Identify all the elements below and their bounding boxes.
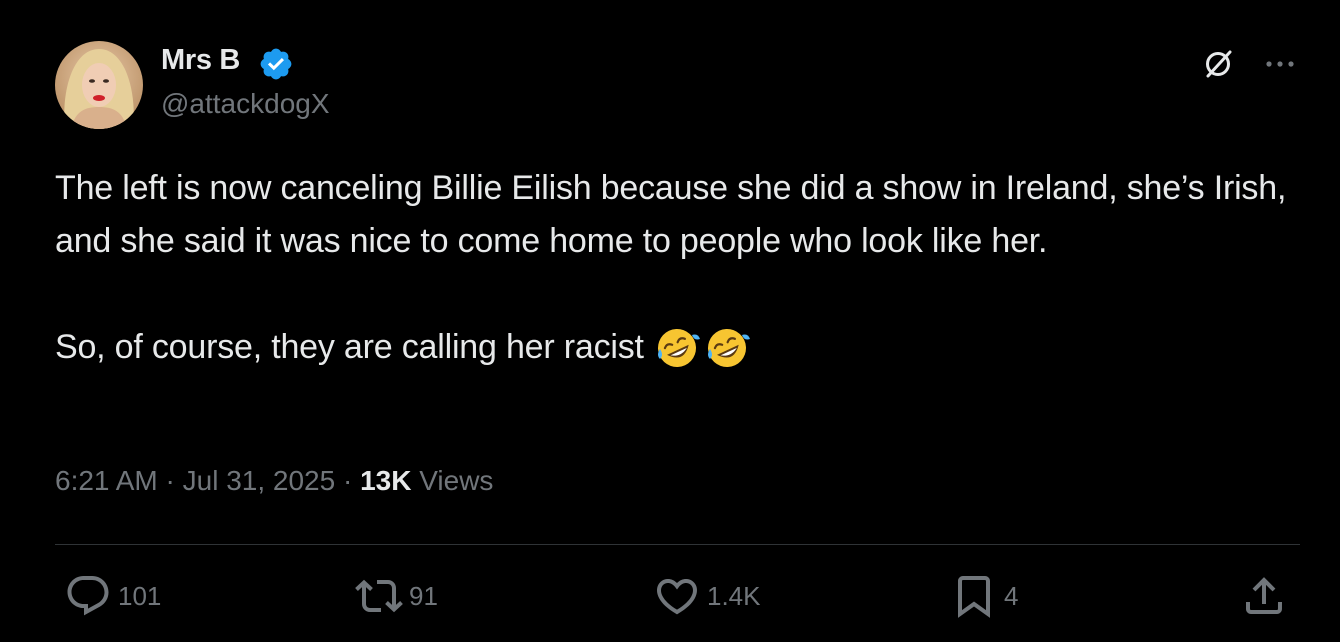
tweet-date[interactable]: Jul 31, 2025 <box>183 465 336 496</box>
bookmark-icon <box>958 576 990 618</box>
views-count[interactable]: 13K <box>360 465 411 496</box>
display-name[interactable]: Mrs B <box>161 44 240 77</box>
verified-badge-icon[interactable] <box>258 46 294 82</box>
reply-icon <box>67 576 109 616</box>
reply-button[interactable]: 101 <box>64 572 161 620</box>
handle[interactable]: @attackdogX <box>161 88 330 120</box>
like-count: 1.4K <box>707 580 761 611</box>
more-icon[interactable] <box>1260 48 1300 80</box>
tweet-text: The left is now canceling Billie Eilish … <box>55 162 1295 374</box>
tweet-meta: 6:21 AM · Jul 31, 2025 · 13K Views <box>55 465 493 497</box>
views-label[interactable]: Views <box>411 465 493 496</box>
bookmark-button[interactable]: 4 <box>950 572 1018 620</box>
tweet-time[interactable]: 6:21 AM <box>55 465 158 496</box>
avatar-image <box>55 41 143 129</box>
like-icon <box>656 579 698 615</box>
rolling-on-floor-laughing-emoji <box>707 328 750 367</box>
meta-separator: · <box>335 465 361 496</box>
tweet-paragraph-1: The left is now canceling Billie Eilish … <box>55 169 1296 260</box>
grok-icon[interactable] <box>1200 46 1236 82</box>
bookmark-count: 4 <box>1004 580 1019 611</box>
like-button[interactable]: 1.4K <box>653 572 761 620</box>
avatar[interactable] <box>55 41 143 129</box>
meta-separator: · <box>157 465 183 496</box>
retweet-count: 91 <box>409 580 438 611</box>
tweet-paragraph-2: So, of course, they are calling her raci… <box>55 321 1295 374</box>
divider <box>55 544 1300 545</box>
retweet-icon <box>355 579 403 613</box>
share-button[interactable] <box>1240 572 1288 620</box>
tweet-paragraph-2-text: So, of course, they are calling her raci… <box>55 328 644 366</box>
share-icon <box>1246 577 1282 614</box>
rolling-on-floor-laughing-emoji <box>657 328 700 367</box>
retweet-button[interactable]: 91 <box>355 572 438 620</box>
reply-count: 101 <box>118 580 162 611</box>
